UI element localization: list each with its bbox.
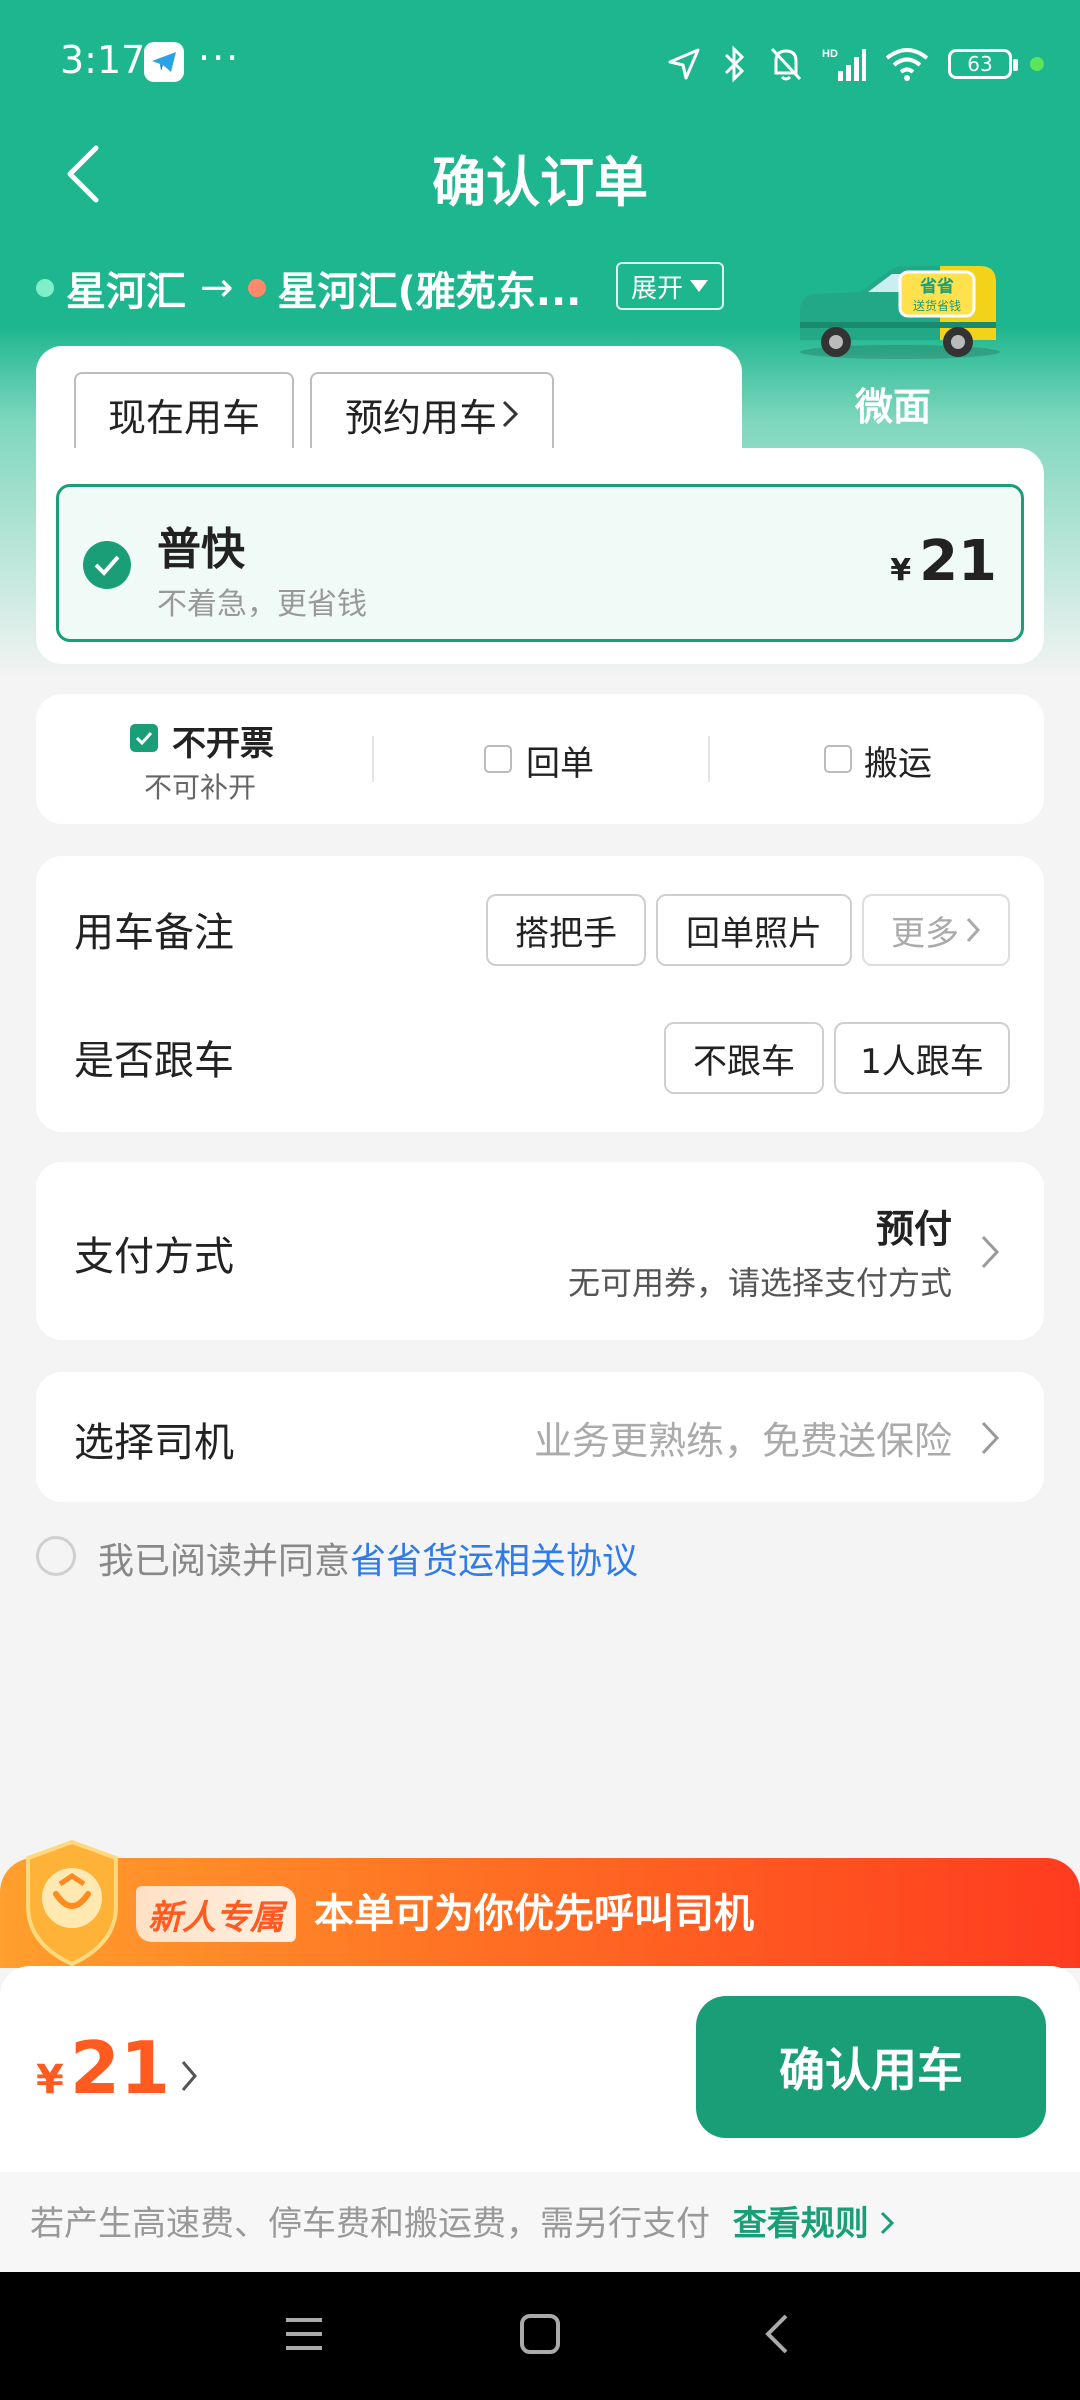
more-notifications-icon: ···: [198, 36, 241, 80]
agreement-link[interactable]: 省省货运相关协议: [350, 1541, 638, 1582]
tag-help-hand[interactable]: 搭把手: [486, 894, 646, 966]
agreement-prefix: 我已阅读并同意: [98, 1541, 351, 1582]
rules-link[interactable]: 查看规则: [733, 2204, 869, 2244]
now-button[interactable]: 现在用车: [74, 372, 294, 456]
privacy-indicator: [1030, 57, 1044, 71]
remarks-label: 用车备注: [74, 910, 234, 956]
payment-row[interactable]: 支付方式 预付 无可用券，请选择支付方式: [36, 1162, 1044, 1340]
promo-text: 本单可为你优先呼叫司机: [314, 1891, 754, 1937]
payment-sub: 无可用券，请选择支付方式: [567, 1264, 952, 1302]
selected-check-icon: [83, 541, 131, 589]
total-price[interactable]: ¥ 21: [36, 2026, 198, 2110]
carry-checkbox[interactable]: [824, 745, 852, 773]
expand-route-button[interactable]: 展开: [616, 262, 724, 310]
mute-bell-icon: [770, 47, 802, 81]
page-title: 确认订单: [432, 151, 648, 214]
destination-dot: [247, 279, 266, 297]
no-invoice-label: 不开票: [172, 724, 274, 764]
reserve-label: 预约用车: [344, 395, 497, 440]
chevron-right-icon: [502, 400, 519, 428]
tag-receipt-photo[interactable]: 回单照片: [656, 894, 852, 966]
back-nav-icon[interactable]: [756, 2312, 800, 2356]
tab-minivan[interactable]: 微面: [742, 376, 1044, 431]
receipt-checkbox[interactable]: [484, 745, 512, 773]
tag-more-button[interactable]: 更多: [862, 894, 1010, 966]
battery-icon: 63: [948, 49, 1018, 79]
total-currency: ¥: [36, 2057, 64, 2103]
divider: [708, 736, 710, 782]
wifi-icon: [885, 48, 929, 81]
service-name: 普快: [157, 524, 245, 575]
driver-label: 选择司机: [74, 1420, 234, 1466]
driver-row[interactable]: 选择司机 业务更熟练，免费送保险: [36, 1372, 1044, 1502]
divider: [372, 736, 374, 782]
fee-note-text: 若产生高速费、停车费和搬运费，需另行支付: [30, 2204, 710, 2244]
agreement-radio[interactable]: [36, 1536, 76, 1576]
currency-symbol: ¥: [890, 553, 912, 588]
driver-hint: 业务更熟练，免费送保险: [533, 1419, 952, 1463]
fee-note: 若产生高速费、停车费和搬运费，需另行支付 查看规则: [30, 2196, 894, 2245]
extras-panel: 不开票 不可补开 回单 搬运: [36, 694, 1044, 824]
location-icon: [668, 48, 700, 80]
route-summary: 星河汇 → 星河汇(雅苑东...: [36, 258, 581, 318]
route-to: 星河汇(雅苑东...: [277, 269, 582, 315]
receipt-label: 回单: [526, 744, 594, 784]
chevron-right-icon: [981, 1421, 1000, 1455]
bluetooth-icon: [724, 45, 745, 83]
no-invoice-sub: 不可补开: [144, 771, 257, 804]
chevron-right-icon: [966, 917, 981, 943]
service-option-express[interactable]: 普快 不着急，更省钱 ¥21: [56, 484, 1024, 642]
follow-label: 是否跟车: [74, 1038, 234, 1084]
total-value: 21: [69, 2026, 171, 2110]
signal-icon: HD: [822, 48, 866, 81]
agreement-text: 我已阅读并同意省省货运相关协议: [98, 1532, 638, 1584]
payment-value: 预付: [875, 1207, 952, 1251]
remarks-panel: 用车备注 搭把手 回单照片 更多 是否跟车 不跟车 1人跟车: [36, 856, 1044, 1132]
svg-text:HD: HD: [822, 48, 838, 60]
new-user-badge: 新人专属: [136, 1886, 296, 1942]
system-nav-bar: [0, 2272, 1080, 2400]
origin-dot: [36, 279, 54, 297]
route-from: 星河汇: [66, 269, 186, 315]
carry-label: 搬运: [864, 744, 932, 784]
home-icon[interactable]: [518, 2312, 562, 2356]
newbie-badge-icon: [26, 1839, 118, 1967]
expand-label: 展开: [630, 273, 683, 304]
status-time: 3:17: [60, 38, 146, 82]
triangle-down-icon: [690, 280, 708, 292]
route-arrow: →: [200, 265, 234, 311]
svg-text:省省: 省省: [919, 276, 954, 297]
chevron-right-icon: [181, 2061, 198, 2091]
svg-text:送货省钱: 送货省钱: [913, 298, 961, 313]
chevron-right-icon: [981, 1235, 1000, 1269]
menu-icon[interactable]: [282, 2312, 326, 2356]
payment-label: 支付方式: [74, 1234, 234, 1280]
follow-none-button[interactable]: 不跟车: [664, 1022, 824, 1094]
status-bar: 3:17 ··· HD 63: [0, 0, 1080, 128]
reserve-button[interactable]: 预约用车: [310, 372, 554, 456]
confirm-order-button[interactable]: 确认用车: [696, 1996, 1046, 2138]
chevron-right-icon: [880, 2211, 894, 2235]
service-desc: 不着急，更省钱: [157, 587, 367, 622]
no-invoice-checkbox[interactable]: [130, 724, 158, 752]
telegram-icon: [144, 42, 184, 82]
more-label: 更多: [891, 913, 959, 954]
service-price: ¥21: [890, 529, 997, 594]
follow-one-button[interactable]: 1人跟车: [834, 1022, 1010, 1094]
price-value: 21: [919, 529, 997, 594]
